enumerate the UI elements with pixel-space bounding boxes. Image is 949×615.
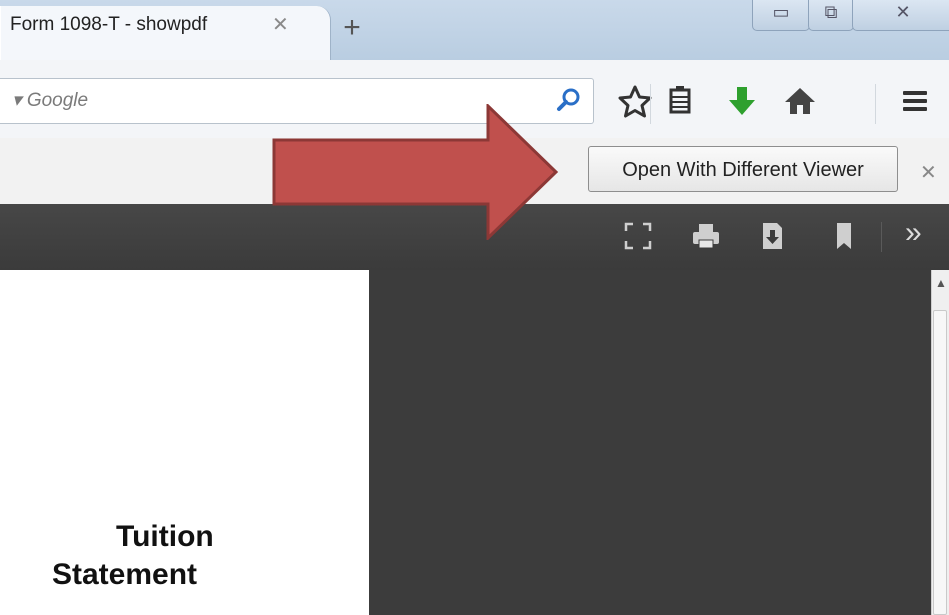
download-icon[interactable] (722, 82, 762, 120)
search-engine-label[interactable]: ▾ Google (12, 89, 88, 112)
toolbar-separator (881, 222, 882, 252)
home-icon[interactable] (780, 82, 820, 120)
more-tools-icon[interactable]: » (905, 216, 922, 250)
restore-icon: ⧉ (824, 2, 838, 22)
scroll-up-icon[interactable]: ▲ (935, 276, 947, 290)
maximize-button[interactable]: ⧉ (808, 0, 854, 31)
close-window-button[interactable]: ✕ (852, 0, 949, 31)
print-icon[interactable] (690, 220, 722, 252)
document-title-line-1: Tuition (116, 520, 214, 553)
tab-title: Form 1098-T - showpdf (10, 14, 208, 35)
annotation-arrow-icon (272, 104, 559, 240)
viewer-background (369, 270, 931, 615)
open-with-different-viewer-button[interactable]: Open With Different Viewer (588, 146, 898, 192)
bookmark-icon[interactable] (828, 220, 860, 252)
minimize-icon: ▭ (772, 2, 790, 22)
save-download-icon[interactable] (756, 220, 788, 252)
toolbar-separator (875, 84, 876, 124)
bookmarks-list-icon[interactable] (660, 82, 700, 120)
close-icon: ✕ (895, 2, 911, 22)
tab-close-icon[interactable]: ✕ (272, 12, 289, 37)
toolbar-separator (650, 84, 651, 124)
scrollbar-thumb[interactable] (933, 310, 947, 615)
document-title-line-2: Statement (52, 558, 198, 591)
star-icon[interactable] (615, 82, 655, 120)
new-tab-button[interactable]: + (332, 8, 372, 48)
menu-icon[interactable] (895, 82, 935, 120)
minimize-button[interactable]: ▭ (752, 0, 810, 31)
notification-close-icon[interactable]: ✕ (920, 160, 937, 185)
presentation-mode-icon[interactable] (622, 220, 654, 252)
